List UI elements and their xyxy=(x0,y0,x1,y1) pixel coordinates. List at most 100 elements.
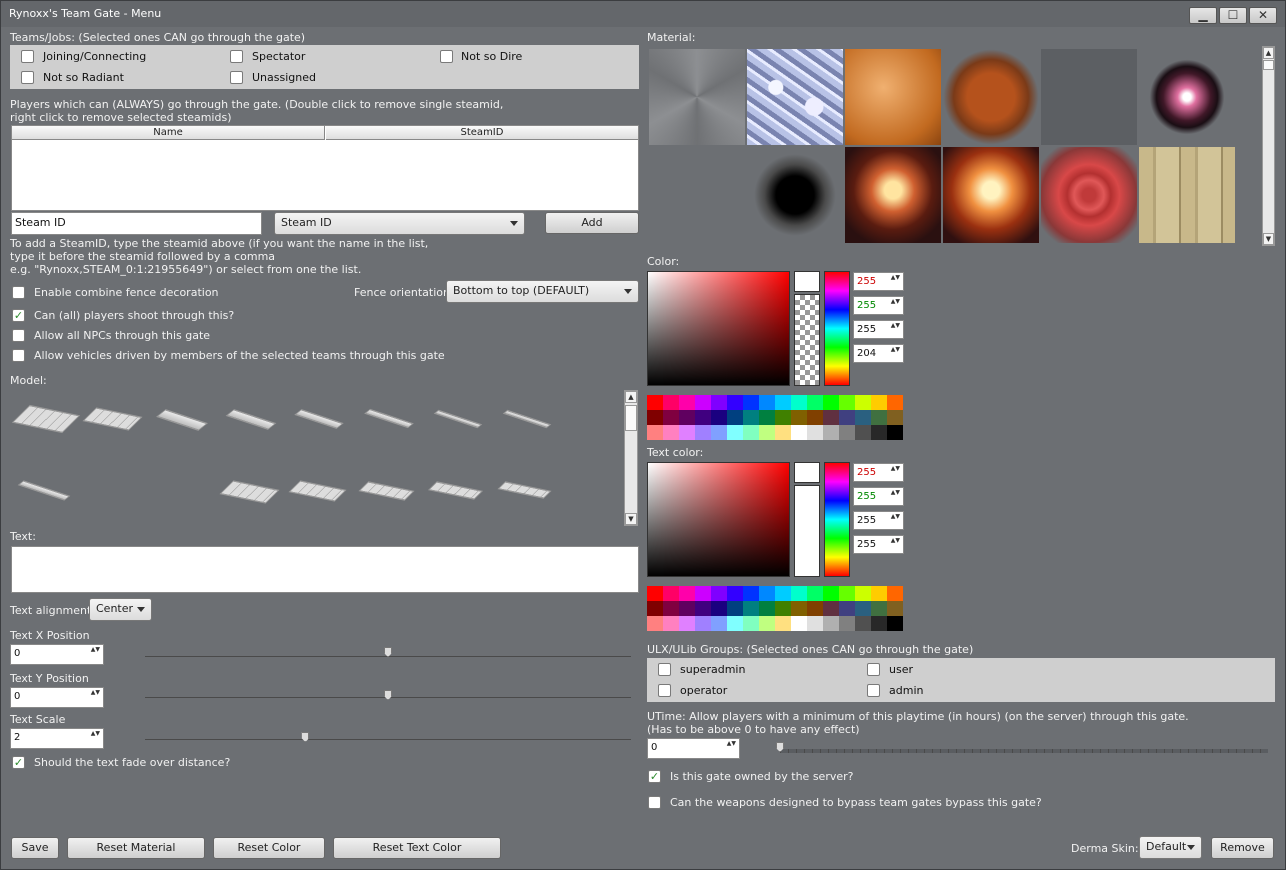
palette-swatch[interactable] xyxy=(743,601,759,616)
palette-swatch[interactable] xyxy=(663,395,679,410)
text-y-slider-handle[interactable] xyxy=(384,690,392,700)
palette-swatch[interactable] xyxy=(839,395,855,410)
shoot-checkbox[interactable]: ✓ xyxy=(12,309,25,322)
color-hue-bar[interactable] xyxy=(824,271,850,386)
palette-swatch[interactable] xyxy=(695,586,711,601)
palette-swatch[interactable] xyxy=(871,616,887,631)
palette-swatch[interactable] xyxy=(647,395,663,410)
palette-swatch[interactable] xyxy=(679,616,695,631)
palette-swatch[interactable] xyxy=(791,395,807,410)
material-thumbnail[interactable] xyxy=(649,49,745,145)
bypass-checkbox[interactable] xyxy=(648,796,661,809)
material-thumbnail[interactable] xyxy=(1041,49,1137,145)
palette-swatch[interactable] xyxy=(711,601,727,616)
palette-swatch[interactable] xyxy=(711,616,727,631)
palette-swatch[interactable] xyxy=(823,616,839,631)
text-input[interactable] xyxy=(11,546,639,593)
palette-swatch[interactable] xyxy=(759,586,775,601)
ulx-checkbox-superadmin[interactable] xyxy=(658,663,671,676)
spinner-arrows-icon[interactable]: ▲▼ xyxy=(91,689,100,696)
palette-swatch[interactable] xyxy=(743,616,759,631)
palette-swatch[interactable] xyxy=(871,410,887,425)
palette-swatch[interactable] xyxy=(839,410,855,425)
color-saturation-picker[interactable] xyxy=(647,271,790,386)
material-thumbnail[interactable] xyxy=(845,147,941,243)
palette-swatch[interactable] xyxy=(711,395,727,410)
palette-swatch[interactable] xyxy=(663,616,679,631)
color-alpha-bar[interactable] xyxy=(794,294,820,386)
text-color-a-input[interactable]: 255 ▲▼ xyxy=(853,535,904,554)
color-b-input[interactable]: 255 ▲▼ xyxy=(853,320,904,339)
spinner-arrows-icon[interactable]: ▲▼ xyxy=(891,489,900,496)
steamid-input[interactable]: Steam ID xyxy=(11,212,262,235)
palette-swatch[interactable] xyxy=(663,410,679,425)
reset-color-button[interactable]: Reset Color xyxy=(213,837,325,859)
spinner-arrows-icon[interactable]: ▲▼ xyxy=(891,513,900,520)
palette-swatch[interactable] xyxy=(663,425,679,440)
palette-swatch[interactable] xyxy=(711,586,727,601)
palette-swatch[interactable] xyxy=(839,616,855,631)
palette-swatch[interactable] xyxy=(775,601,791,616)
add-steamid-button[interactable]: Add xyxy=(545,212,639,234)
color-g-input[interactable]: 255 ▲▼ xyxy=(853,296,904,315)
palette-swatch[interactable] xyxy=(823,425,839,440)
scroll-down-icon[interactable]: ▼ xyxy=(1263,233,1274,245)
palette-swatch[interactable] xyxy=(823,601,839,616)
vehicles-checkbox[interactable] xyxy=(12,349,25,362)
text-color-hue-bar[interactable] xyxy=(824,462,850,577)
text-scale-slider[interactable] xyxy=(145,739,631,740)
palette-swatch[interactable] xyxy=(807,601,823,616)
derma-skin-dropdown[interactable]: Default xyxy=(1139,836,1202,859)
model-thumbnail[interactable] xyxy=(219,480,280,504)
team-checkbox-unassigned[interactable] xyxy=(230,71,243,84)
palette-swatch[interactable] xyxy=(887,586,903,601)
palette-swatch[interactable] xyxy=(695,395,711,410)
color-palette[interactable] xyxy=(647,395,903,440)
team-checkbox-radiant[interactable] xyxy=(21,71,34,84)
palette-swatch[interactable] xyxy=(791,425,807,440)
material-scrollbar[interactable]: ▲ ▼ xyxy=(1262,46,1275,246)
close-button[interactable]: ✕ xyxy=(1249,7,1277,24)
scroll-up-icon[interactable]: ▲ xyxy=(1263,47,1274,59)
palette-swatch[interactable] xyxy=(887,395,903,410)
palette-swatch[interactable] xyxy=(807,616,823,631)
palette-swatch[interactable] xyxy=(647,616,663,631)
scroll-up-icon[interactable]: ▲ xyxy=(625,391,637,403)
palette-swatch[interactable] xyxy=(743,425,759,440)
reset-material-button[interactable]: Reset Material xyxy=(67,837,205,859)
palette-swatch[interactable] xyxy=(775,410,791,425)
save-button[interactable]: Save xyxy=(11,837,59,859)
palette-swatch[interactable] xyxy=(727,586,743,601)
palette-swatch[interactable] xyxy=(855,410,871,425)
spinner-arrows-icon[interactable]: ▲▼ xyxy=(891,537,900,544)
text-y-input[interactable]: 0 ▲▼ xyxy=(10,687,104,708)
palette-swatch[interactable] xyxy=(839,586,855,601)
palette-swatch[interactable] xyxy=(791,410,807,425)
palette-swatch[interactable] xyxy=(839,425,855,440)
palette-swatch[interactable] xyxy=(695,601,711,616)
text-x-input[interactable]: 0 ▲▼ xyxy=(10,644,104,665)
material-thumbnail[interactable] xyxy=(649,147,745,243)
model-thumbnail[interactable] xyxy=(427,481,484,500)
model-thumbnail[interactable] xyxy=(225,409,277,430)
palette-swatch[interactable] xyxy=(727,410,743,425)
team-checkbox-spectator[interactable] xyxy=(230,50,243,63)
utime-input[interactable]: 0 ▲▼ xyxy=(647,738,740,759)
material-thumbnail[interactable] xyxy=(943,49,1039,145)
title-bar[interactable]: Rynoxx's Team Gate - Menu ▁ ☐ ✕ xyxy=(1,1,1285,27)
palette-swatch[interactable] xyxy=(871,425,887,440)
spinner-arrows-icon[interactable]: ▲▼ xyxy=(891,298,900,305)
palette-swatch[interactable] xyxy=(743,410,759,425)
fade-checkbox[interactable]: ✓ xyxy=(12,756,25,769)
palette-swatch[interactable] xyxy=(695,616,711,631)
reset-text-color-button[interactable]: Reset Text Color xyxy=(333,837,501,859)
model-thumbnail[interactable] xyxy=(364,408,414,429)
palette-swatch[interactable] xyxy=(679,586,695,601)
palette-swatch[interactable] xyxy=(727,616,743,631)
text-scale-input[interactable]: 2 ▲▼ xyxy=(10,728,104,749)
palette-swatch[interactable] xyxy=(775,616,791,631)
spinner-arrows-icon[interactable]: ▲▼ xyxy=(727,740,736,747)
material-thumbnail[interactable] xyxy=(1139,49,1235,145)
scroll-down-icon[interactable]: ▼ xyxy=(625,513,637,525)
text-color-b-input[interactable]: 255 ▲▼ xyxy=(853,511,904,530)
